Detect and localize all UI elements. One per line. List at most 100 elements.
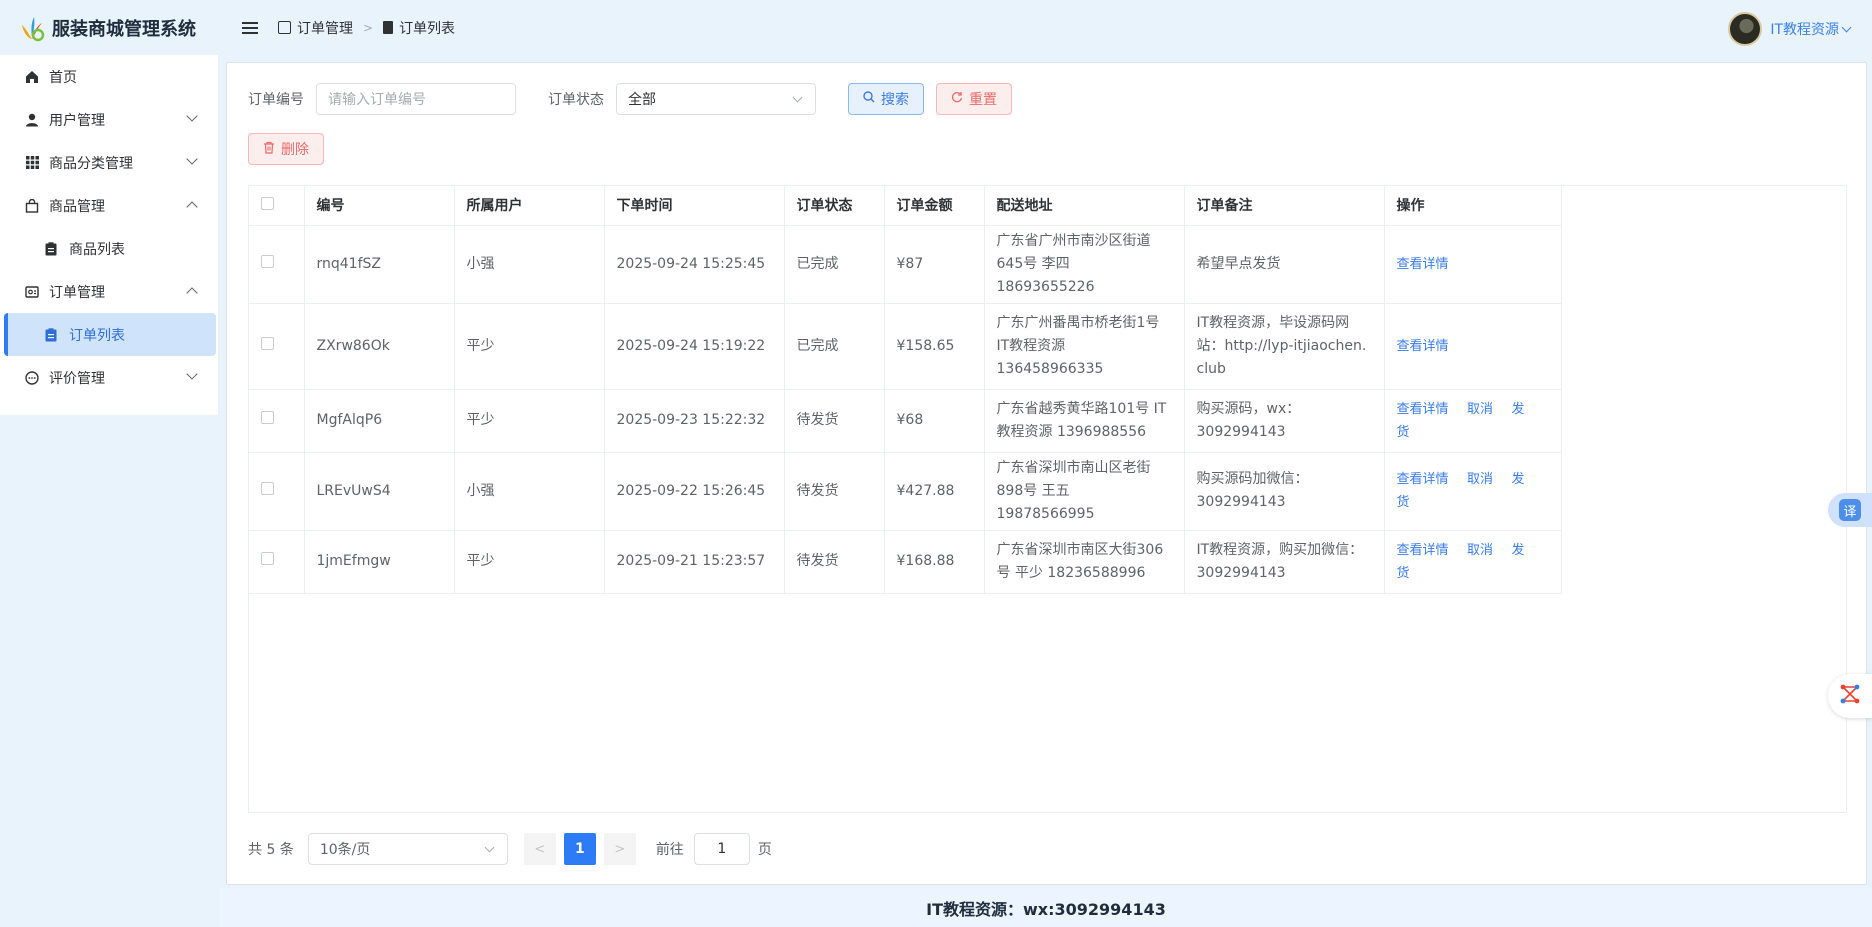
translate-icon: 译 — [1839, 499, 1861, 521]
column-header: 订单状态 — [784, 186, 885, 226]
status-cell: 已完成 — [784, 225, 885, 304]
goto-page-input[interactable]: 1 — [693, 833, 750, 865]
view-details-link[interactable]: 查看详情 — [1397, 402, 1449, 417]
actions-cell: 查看详情 — [1384, 225, 1562, 304]
sidebar-item-orders[interactable]: 订单管理 — [0, 270, 218, 313]
sidebar-item-label: 商品分类管理 — [49, 155, 133, 172]
page-number-button[interactable]: 1 — [563, 833, 596, 865]
chevron-down-icon — [186, 110, 198, 122]
row-checkbox[interactable] — [261, 481, 274, 495]
reset-button-label: 重置 — [969, 92, 997, 108]
row-select-cell — [249, 389, 305, 453]
row-checkbox[interactable] — [261, 336, 274, 350]
cancel-link[interactable]: 取消 — [1467, 472, 1493, 487]
user-menu[interactable]: IT教程资源 — [1728, 12, 1852, 46]
chevron-down-icon — [1841, 22, 1852, 32]
ai-assistant-widget[interactable] — [1828, 674, 1872, 718]
user-cell: 平少 — [454, 530, 605, 594]
column-header: 配送地址 — [984, 186, 1185, 226]
amount-cell: ¥427.88 — [884, 452, 985, 531]
row-select-cell — [249, 530, 305, 594]
remark-cell: 购买源码加微信：3092994143 — [1184, 452, 1385, 531]
amount-cell: ¥158.65 — [884, 303, 985, 390]
sidebar-item-label: 商品列表 — [69, 241, 125, 258]
cancel-link[interactable]: 取消 — [1467, 543, 1493, 558]
column-header: 下单时间 — [604, 186, 785, 226]
view-details-link[interactable]: 查看详情 — [1397, 543, 1449, 558]
amount-cell: ¥87 — [884, 225, 985, 304]
status-cell: 待发货 — [784, 389, 885, 453]
delete-button[interactable]: 删除 — [248, 133, 324, 165]
filter-bar: 订单编号 请输入订单编号 订单状态 全部 搜索 重置 — [248, 83, 1012, 115]
next-page-button[interactable]: > — [603, 833, 636, 865]
translate-widget[interactable]: 译 — [1828, 493, 1872, 527]
view-details-link[interactable]: 查看详情 — [1397, 257, 1449, 272]
column-header: 订单金额 — [884, 186, 985, 226]
sidebar-item-products[interactable]: 商品管理 — [0, 184, 218, 227]
select-all-cell — [249, 186, 305, 226]
sidebar-item-home[interactable]: 首页 — [0, 55, 218, 98]
page-size-select[interactable]: 10条/页 — [307, 833, 508, 865]
logo: 服装商城管理系统 — [0, 0, 220, 55]
search-button[interactable]: 搜索 — [848, 83, 924, 115]
page-suffix: 页 — [757, 842, 772, 858]
chevron-down-icon — [186, 153, 198, 165]
sidebar-item-label: 订单列表 — [69, 327, 125, 344]
order-no-cell: MgfAlqP6 — [304, 389, 455, 453]
sidebar-item-categories[interactable]: 商品分类管理 — [0, 141, 218, 184]
sidebar-item-reviews[interactable]: 评价管理 — [0, 356, 218, 399]
time-cell: 2025-09-24 15:25:45 — [604, 225, 785, 304]
sidebar: 服装商城管理系统 首页 用户管理 商品分类管理 商品管理 商品列表 订单管理 订… — [0, 0, 220, 927]
status-select[interactable]: 全部 — [616, 83, 816, 115]
sidebar-item-users[interactable]: 用户管理 — [0, 98, 218, 141]
pagination: 共 5 条 10条/页 < 1 > 前往 1 页 — [248, 833, 772, 865]
row-checkbox[interactable] — [261, 552, 274, 565]
menu-spacer — [0, 399, 218, 415]
order-no-cell: ZXrw86Ok — [304, 303, 455, 390]
sidebar-item-order-list[interactable]: 订单列表 — [4, 313, 216, 356]
breadcrumb-item[interactable]: 订单管理 — [297, 18, 353, 38]
amount-cell: ¥168.88 — [884, 530, 985, 594]
search-button-label: 搜索 — [881, 92, 909, 108]
chevron-up-icon — [186, 287, 198, 299]
remark-cell: 希望早点发货 — [1184, 225, 1385, 304]
row-select-cell — [249, 452, 305, 531]
order-no-cell: rnq41fSZ — [304, 225, 455, 304]
reset-button[interactable]: 重置 — [936, 83, 1012, 115]
select-all-checkbox[interactable] — [261, 196, 274, 210]
time-cell: 2025-09-23 15:22:32 — [604, 389, 785, 453]
amount-cell: ¥68 — [884, 389, 985, 453]
user-name[interactable]: IT教程资源 — [1770, 19, 1839, 39]
menu-toggle-icon[interactable] — [242, 21, 258, 34]
delete-button-label: 删除 — [281, 142, 309, 158]
view-details-link[interactable]: 查看详情 — [1397, 339, 1449, 354]
trash-icon — [263, 141, 275, 158]
side-menu: 首页 用户管理 商品分类管理 商品管理 商品列表 订单管理 订单列表 评价管理 — [0, 55, 218, 399]
actions-cell: 查看详情 — [1384, 303, 1562, 390]
total-count: 共 5 条 — [248, 842, 294, 858]
user-cell: 小强 — [454, 225, 605, 304]
grid-icon — [24, 155, 40, 171]
user-cell: 平少 — [454, 389, 605, 453]
row-checkbox[interactable] — [261, 254, 274, 268]
row-select-cell — [249, 225, 305, 304]
toolbar: 删除 — [248, 133, 324, 165]
actions-cell: 查看详情 取消 发货 — [1384, 389, 1562, 453]
chevron-right-icon: > — [363, 20, 374, 35]
sidebar-item-label: 订单管理 — [49, 284, 105, 301]
table-row: ZXrw86Ok 平少 2025-09-24 15:19:22 已完成 ¥158… — [249, 303, 1562, 390]
sidebar-item-label: 首页 — [49, 69, 77, 86]
avatar[interactable] — [1728, 12, 1763, 46]
view-details-link[interactable]: 查看详情 — [1397, 472, 1449, 487]
row-checkbox[interactable] — [261, 411, 274, 424]
order-no-cell: 1jmEfmgw — [304, 530, 455, 594]
table-header: 编号 所属用户 下单时间 订单状态 订单金额 配送地址 订单备注 操作 — [249, 186, 1562, 226]
cancel-link[interactable]: 取消 — [1467, 402, 1493, 417]
address-cell: 广东省广州市南沙区街道645号 李四 18693655226 — [984, 225, 1185, 304]
logo-icon — [16, 13, 46, 43]
sidebar-item-label: 评价管理 — [49, 370, 105, 387]
column-header: 编号 — [304, 186, 455, 226]
sidebar-item-product-list[interactable]: 商品列表 — [0, 227, 218, 270]
order-no-input[interactable]: 请输入订单编号 — [316, 83, 516, 115]
prev-page-button[interactable]: < — [523, 833, 556, 865]
